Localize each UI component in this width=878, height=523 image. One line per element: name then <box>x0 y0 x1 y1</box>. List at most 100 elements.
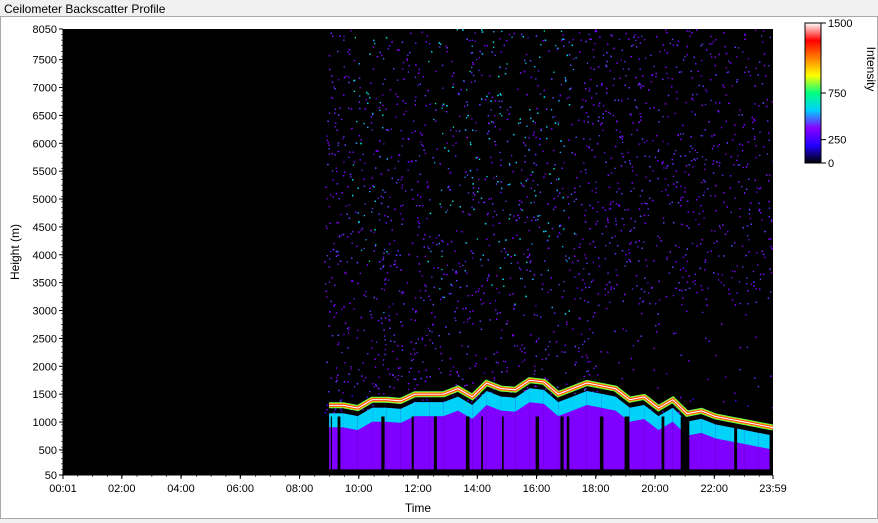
backscatter-point <box>697 70 699 72</box>
backscatter-point <box>549 341 551 343</box>
backscatter-point <box>411 189 413 191</box>
backscatter-point <box>566 260 568 262</box>
backscatter-point <box>427 185 430 188</box>
backscatter-point <box>588 286 590 288</box>
backscatter-point <box>756 187 758 189</box>
backscatter-point <box>335 255 338 257</box>
backscatter-point <box>326 404 328 406</box>
backscatter-point <box>343 36 345 38</box>
backscatter-point <box>547 291 549 294</box>
backscatter-point <box>622 328 624 330</box>
backscatter-point <box>458 130 461 132</box>
backscatter-point <box>348 81 350 84</box>
backscatter-point <box>499 38 501 40</box>
backscatter-point <box>491 162 493 164</box>
backscatter-point <box>681 223 683 226</box>
backscatter-point <box>455 272 457 274</box>
backscatter-point <box>713 272 715 274</box>
backscatter-point <box>602 207 604 209</box>
backscatter-point <box>375 383 377 386</box>
backscatter-point <box>422 361 424 363</box>
backscatter-point <box>550 109 553 111</box>
backscatter-point <box>524 221 526 223</box>
backscatter-point <box>707 188 709 190</box>
backscatter-point <box>771 220 773 223</box>
backscatter-point <box>585 40 587 43</box>
backscatter-point <box>402 68 404 70</box>
backscatter-point <box>439 346 442 348</box>
backscatter-point <box>713 134 716 136</box>
backscatter-point <box>443 296 445 299</box>
backscatter-point <box>557 47 559 49</box>
backscatter-point <box>412 308 414 310</box>
backscatter-point <box>337 50 339 53</box>
backscatter-point <box>501 100 503 102</box>
backscatter-point <box>628 68 630 70</box>
backscatter-point <box>672 295 675 297</box>
x-tick-label: 14:00 <box>463 483 491 495</box>
backscatter-point <box>517 88 519 90</box>
backscatter-point <box>470 250 473 252</box>
backscatter-point <box>684 191 686 193</box>
backscatter-point <box>392 350 394 353</box>
backscatter-point <box>406 282 409 284</box>
backscatter-point <box>367 353 369 355</box>
backscatter-point <box>758 105 760 107</box>
backscatter-point <box>497 181 499 183</box>
backscatter-point <box>630 190 632 192</box>
backscatter-point <box>716 161 718 163</box>
backscatter-point <box>470 81 473 83</box>
backscatter-point <box>487 212 489 215</box>
backscatter-point <box>521 209 523 211</box>
backscatter-point <box>466 321 469 323</box>
backscatter-point <box>343 66 345 68</box>
backscatter-point <box>412 358 415 361</box>
backscatter-point <box>464 129 467 131</box>
backscatter-point <box>490 100 492 102</box>
backscatter-point <box>605 65 608 68</box>
backscatter-point <box>375 97 377 100</box>
backscatter-point <box>495 183 498 185</box>
backscatter-point <box>350 366 352 368</box>
backscatter-point <box>399 213 402 215</box>
backscatter-point <box>390 219 392 222</box>
backscatter-point <box>585 209 587 211</box>
backscatter-point <box>764 230 766 233</box>
backscatter-point <box>521 201 523 203</box>
backscatter-point <box>326 361 328 363</box>
backscatter-point <box>519 267 521 269</box>
backscatter-point <box>622 136 624 138</box>
backscatter-point <box>462 264 464 267</box>
backscatter-point <box>578 273 580 275</box>
backscatter-point <box>543 96 546 98</box>
backscatter-point <box>428 60 430 63</box>
backscatter-point <box>591 190 593 192</box>
backscatter-point <box>428 247 430 250</box>
backscatter-point <box>397 378 399 381</box>
backscatter-point <box>357 282 359 285</box>
backscatter-point <box>566 54 568 57</box>
backscatter-point <box>445 326 447 328</box>
backscatter-point <box>463 81 465 83</box>
backscatter-point <box>728 293 731 295</box>
backscatter-point <box>587 116 589 118</box>
backscatter-point <box>753 285 755 287</box>
low-layer-gap <box>330 416 332 470</box>
backscatter-point <box>456 371 458 373</box>
backscatter-point <box>346 261 348 263</box>
backscatter-point <box>614 167 616 169</box>
backscatter-point <box>450 283 452 286</box>
backscatter-point <box>594 156 596 158</box>
backscatter-point <box>324 261 326 263</box>
x-axis-label: Time <box>405 501 432 515</box>
backscatter-point <box>509 277 512 279</box>
backscatter-point <box>569 88 571 90</box>
backscatter-point <box>493 353 495 355</box>
backscatter-point <box>416 352 418 354</box>
backscatter-point <box>469 214 471 216</box>
backscatter-point <box>588 147 590 149</box>
backscatter-point <box>597 120 600 122</box>
backscatter-point <box>465 242 467 244</box>
backscatter-point <box>624 209 626 211</box>
backscatter-point <box>621 193 623 195</box>
